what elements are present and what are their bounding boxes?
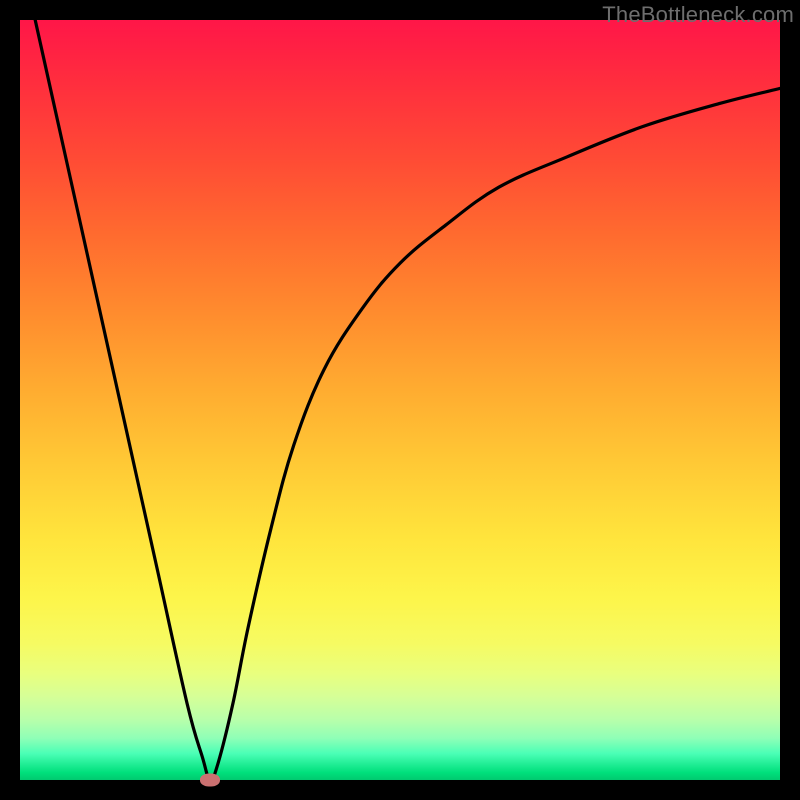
curve-layer	[20, 20, 780, 780]
attribution-watermark: TheBottleneck.com	[602, 2, 794, 28]
plot-area	[20, 20, 780, 780]
bottleneck-curve	[35, 20, 780, 780]
optimum-marker	[200, 774, 220, 787]
chart-frame: TheBottleneck.com	[0, 0, 800, 800]
